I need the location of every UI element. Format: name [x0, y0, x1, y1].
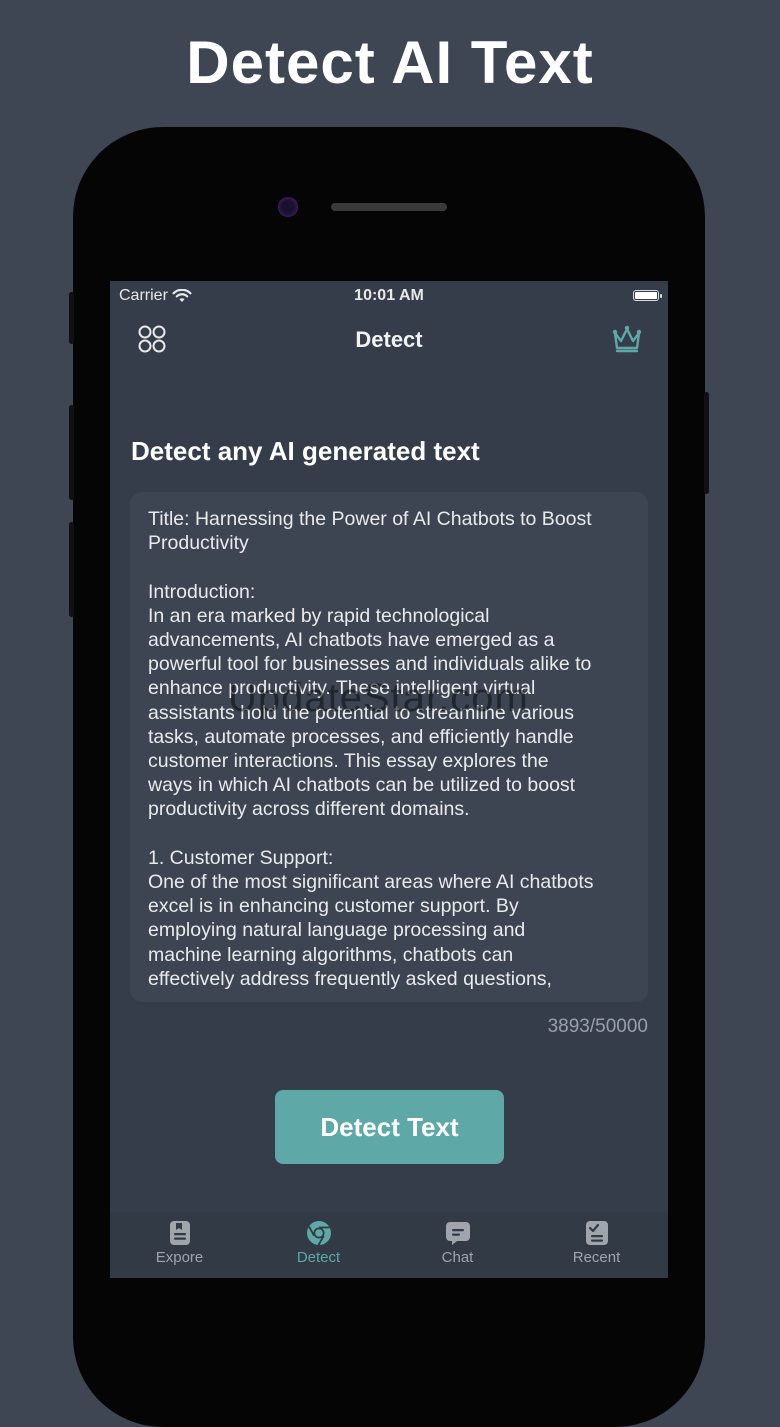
- input-text[interactable]: Title: Harnessing the Power of AI Chatbo…: [148, 507, 630, 991]
- chat-icon: [445, 1222, 470, 1245]
- status-bar: Carrier 10:01 AM: [110, 281, 668, 311]
- tab-detect[interactable]: Detect: [249, 1220, 388, 1266]
- front-camera: [278, 197, 298, 217]
- promo-headline: Detect AI Text: [186, 29, 594, 96]
- app-screen: Carrier 10:01 AM Detect Detect any AI ge…: [110, 281, 668, 1278]
- phone-power-button: [704, 392, 709, 494]
- detect-text-button[interactable]: Detect Text: [275, 1090, 504, 1164]
- tab-label: Expore: [155, 1249, 204, 1266]
- chrome-icon: [306, 1221, 331, 1246]
- tab-bar: Expore Detect Chat Recent: [110, 1212, 668, 1278]
- phone-mute-switch: [69, 292, 74, 344]
- status-time: 10:01 AM: [354, 287, 424, 304]
- document-icon: [169, 1221, 190, 1245]
- tab-recent[interactable]: Recent: [527, 1220, 666, 1266]
- checklist-icon: [585, 1221, 608, 1245]
- tab-expore[interactable]: Expore: [110, 1220, 249, 1266]
- phone-volume-down: [69, 522, 74, 617]
- earpiece-speaker: [331, 203, 447, 211]
- nav-bar: Detect: [110, 315, 668, 365]
- text-input-area[interactable]: Title: Harnessing the Power of AI Chatbo…: [130, 492, 648, 1002]
- crown-icon[interactable]: [611, 324, 643, 354]
- character-counter: 3893/50000: [547, 1016, 648, 1037]
- phone-volume-up: [69, 405, 74, 500]
- section-heading: Detect any AI generated text: [131, 436, 480, 466]
- battery-icon: [633, 290, 662, 301]
- tab-label: Recent: [572, 1249, 621, 1266]
- nav-title: Detect: [355, 327, 423, 352]
- tab-label: Detect: [296, 1249, 341, 1266]
- tab-chat[interactable]: Chat: [388, 1220, 527, 1266]
- tab-label: Chat: [441, 1249, 474, 1266]
